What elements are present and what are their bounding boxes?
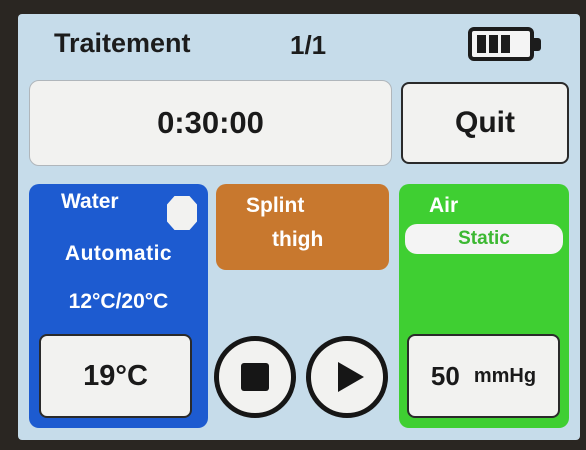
screen-title: Traitement — [54, 28, 191, 58]
page-indicator: 1/1 — [290, 30, 327, 60]
quit-button[interactable]: Quit — [401, 82, 569, 164]
water-toggle-button[interactable] — [167, 196, 197, 230]
play-icon — [338, 362, 364, 392]
air-mode-value: Static — [458, 228, 510, 249]
battery-tip — [534, 38, 541, 51]
play-button[interactable] — [306, 336, 388, 418]
timer-value: 0:30:00 — [157, 105, 264, 140]
splint-value: thigh — [272, 228, 324, 251]
air-pressure-value: 50 — [430, 360, 460, 391]
battery-level-bars — [477, 35, 510, 53]
air-pressure-unit: mmHg — [473, 364, 537, 387]
air-label: Air — [429, 194, 459, 217]
battery-icon — [468, 27, 541, 61]
stop-icon — [241, 363, 269, 391]
water-mode: Automatic — [64, 242, 173, 265]
battery-bar — [501, 35, 510, 53]
water-panel: Water Automatic 12°C/20°C 19°C — [29, 184, 208, 428]
battery-bar — [477, 35, 486, 53]
water-temperature-button[interactable]: 19°C — [39, 334, 192, 418]
quit-button-label: Quit — [455, 106, 515, 139]
air-pressure-button[interactable]: 50 mmHg — [407, 334, 560, 418]
air-panel: Air Static 50 mmHg — [399, 184, 569, 428]
device-screen: Traitement 1/1 0:30:00 Quit Water Automa… — [18, 14, 580, 440]
splint-label: Splint — [246, 194, 305, 217]
battery-bar — [489, 35, 498, 53]
water-temperature-value: 19°C — [83, 359, 148, 392]
water-temperature-range: 12°C/20°C — [68, 290, 169, 313]
water-label: Water — [61, 190, 119, 213]
air-mode-selector[interactable]: Static — [405, 224, 563, 254]
stop-button[interactable] — [214, 336, 296, 418]
timer-display: 0:30:00 — [29, 80, 392, 166]
splint-panel[interactable]: Splint thigh — [216, 184, 389, 270]
